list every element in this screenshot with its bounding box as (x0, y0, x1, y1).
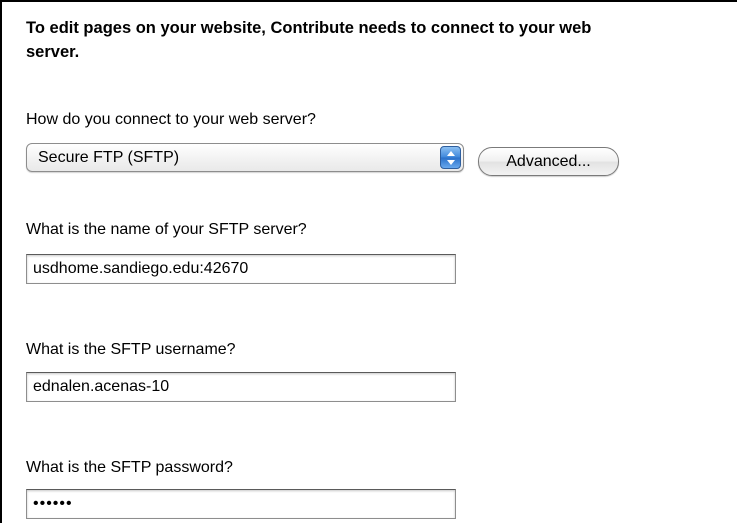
password-field[interactable]: •••••• (26, 489, 456, 519)
server-name-label: What is the name of your SFTP server? (26, 221, 307, 238)
connection-method-value: Secure FTP (SFTP) (38, 149, 180, 166)
intro-line-2: server. (26, 43, 80, 61)
intro-text: To edit pages on your website, Contribut… (26, 16, 737, 64)
intro-line-1: To edit pages on your website, Contribut… (26, 19, 592, 37)
connection-method-select[interactable]: Secure FTP (SFTP) (26, 143, 464, 172)
connection-wizard-panel: To edit pages on your website, Contribut… (0, 0, 737, 523)
advanced-button[interactable]: Advanced... (478, 147, 619, 176)
connection-method-label: How do you connect to your web server? (26, 111, 316, 128)
username-field[interactable]: ednalen.acenas-10 (26, 372, 456, 402)
username-label: What is the SFTP username? (26, 341, 236, 358)
password-label: What is the SFTP password? (26, 459, 233, 476)
server-name-field[interactable]: usdhome.sandiego.edu:42670 (26, 254, 456, 284)
select-stepper-icon (440, 146, 461, 169)
